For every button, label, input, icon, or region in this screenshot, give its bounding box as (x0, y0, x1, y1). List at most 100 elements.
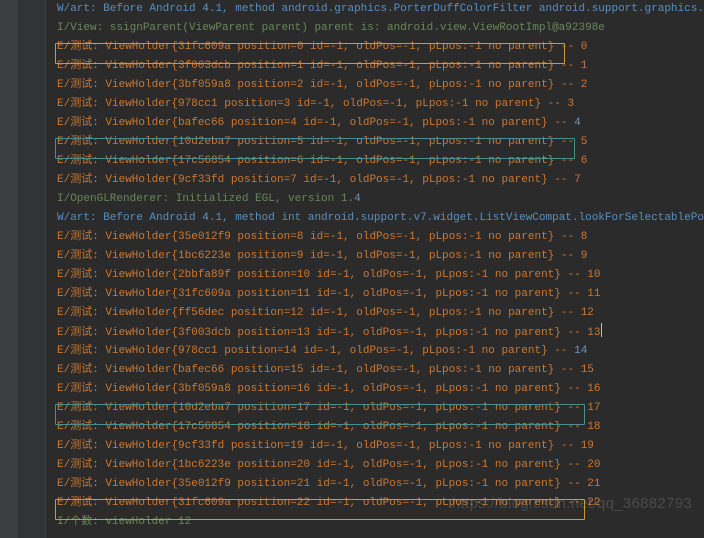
log-line[interactable]: I/个数: viewHolder 12 (55, 513, 704, 532)
log-tail: 17 (587, 402, 600, 414)
log-tail: 7 (574, 174, 581, 186)
log-tail: 2 (581, 79, 588, 91)
log-tail: 18 (587, 421, 600, 433)
log-tag: E/测试 (57, 478, 92, 490)
logcat-output[interactable]: W/art: Before Android 4.1, method androi… (55, 0, 704, 532)
log-tag: E/测试 (57, 41, 92, 53)
log-body: : ViewHolder{3bf059a8 position=16 id=-1,… (92, 383, 587, 395)
log-tag: E/测试 (57, 327, 92, 339)
log-body: : ViewHolder{10d2eba7 position=5 id=-1, … (92, 136, 580, 148)
log-tag: E/测试 (57, 231, 92, 243)
log-line[interactable]: E/测试: ViewHolder{3bf059a8 position=16 id… (55, 380, 704, 399)
log-line[interactable]: E/测试: ViewHolder{9cf33fd position=19 id=… (55, 437, 704, 456)
log-line[interactable]: E/测试: ViewHolder{9cf33fd position=7 id=-… (55, 171, 704, 190)
log-body: : ViewHolder{10d2eba7 position=17 id=-1,… (92, 402, 587, 414)
log-tail-number: 14 (574, 345, 587, 357)
log-body: : Initialized EGL, version 1. (163, 193, 354, 205)
log-tail-number: 4 (574, 117, 581, 129)
log-tag: E/测试 (57, 174, 92, 186)
log-body: : ViewHolder{978cc1 position=3 id=-1, ol… (92, 98, 567, 110)
log-line[interactable]: E/测试: ViewHolder{bafec66 position=15 id=… (55, 361, 704, 380)
log-line[interactable]: E/测试: ViewHolder{3f003dcb position=1 id=… (55, 57, 704, 76)
log-tail: 10 (587, 269, 600, 281)
log-line[interactable]: E/测试: ViewHolder{10d2eba7 position=5 id=… (55, 133, 704, 152)
log-body: : ssignParent(ViewParent parent) parent … (97, 22, 605, 34)
text-cursor (601, 323, 602, 337)
log-line[interactable]: E/测试: ViewHolder{1bc6223e position=20 id… (55, 456, 704, 475)
log-tag: I/View (57, 22, 97, 34)
log-tag: W/art (57, 212, 90, 224)
log-body: : ViewHolder{1bc6223e position=20 id=-1,… (92, 459, 587, 471)
log-line[interactable]: E/测试: ViewHolder{ff56dec position=12 id=… (55, 304, 704, 323)
log-line[interactable]: E/测试: ViewHolder{17c56854 position=18 id… (55, 418, 704, 437)
log-line[interactable]: E/测试: ViewHolder{35e012f9 position=21 id… (55, 475, 704, 494)
log-tail: 5 (581, 136, 588, 148)
log-tail: 21 (587, 478, 600, 490)
log-line[interactable]: E/测试: ViewHolder{31fc609a position=11 id… (55, 285, 704, 304)
log-tag: E/测试 (57, 288, 92, 300)
log-body: .1, method android.graphics.PorterDuffCo… (209, 3, 704, 15)
log-tag: E/测试 (57, 269, 92, 281)
log-tail-number: 4 (354, 193, 361, 205)
log-body: : Before Android (90, 212, 202, 224)
log-body: : ViewHolder{bafec66 position=4 id=-1, o… (92, 117, 574, 129)
gutter-bar (0, 0, 18, 538)
log-tail: 1 (581, 60, 588, 72)
log-line[interactable]: E/测试: ViewHolder{978cc1 position=14 id=-… (55, 342, 704, 361)
log-tail: 19 (581, 440, 594, 452)
log-body: : ViewHolder{35e012f9 position=8 id=-1, … (92, 231, 580, 243)
log-tail: 0 (581, 41, 588, 53)
log-body: : ViewHolder{31fc609a position=0 id=-1, … (92, 41, 580, 53)
log-line[interactable]: E/测试: ViewHolder{3bf059a8 position=2 id=… (55, 76, 704, 95)
log-body: : ViewHolder{1bc6223e position=9 id=-1, … (92, 250, 580, 262)
log-tail: 15 (581, 364, 594, 376)
log-line[interactable]: E/测试: ViewHolder{35e012f9 position=8 id=… (55, 228, 704, 247)
log-tail: 13 (587, 327, 600, 339)
log-line[interactable]: E/测试: ViewHolder{2bbfa89f position=10 id… (55, 266, 704, 285)
editor-gutter (0, 0, 46, 538)
log-body: : ViewHolder{978cc1 position=14 id=-1, o… (92, 345, 574, 357)
log-line[interactable]: E/测试: ViewHolder{978cc1 position=3 id=-1… (55, 95, 704, 114)
log-body: : ViewHolder{2bbfa89f position=10 id=-1,… (92, 269, 587, 281)
log-line[interactable]: E/测试: ViewHolder{10d2eba7 position=17 id… (55, 399, 704, 418)
log-body: : ViewHolder{31fc609a position=11 id=-1,… (92, 288, 587, 300)
log-body: : viewHolder 12 (92, 516, 191, 528)
log-line[interactable]: E/测试: ViewHolder{17c56854 position=6 id=… (55, 152, 704, 171)
log-line[interactable]: I/View: ssignParent(ViewParent parent) p… (55, 19, 704, 38)
log-number: 4 (202, 212, 209, 224)
log-line[interactable]: E/测试: ViewHolder{bafec66 position=4 id=-… (55, 114, 704, 133)
log-line[interactable]: I/OpenGLRenderer: Initialized EGL, versi… (55, 190, 704, 209)
log-line[interactable]: E/测试: ViewHolder{31fc609a position=0 id=… (55, 38, 704, 57)
log-line[interactable]: E/测试: ViewHolder{3f003dcb position=13 id… (55, 323, 704, 342)
log-body: : ViewHolder{17c56854 position=6 id=-1, … (92, 155, 580, 167)
log-body: : Before Android (90, 3, 202, 15)
log-line[interactable]: E/测试: ViewHolder{1bc6223e position=9 id=… (55, 247, 704, 266)
log-number: 4 (202, 3, 209, 15)
log-tag: E/测试 (57, 117, 92, 129)
log-tag: E/测试 (57, 364, 92, 376)
log-body: : ViewHolder{bafec66 position=15 id=-1, … (92, 364, 580, 376)
log-line[interactable]: W/art: Before Android 4.1, method int an… (55, 209, 704, 228)
log-tag: E/测试 (57, 155, 92, 167)
log-tag: E/测试 (57, 307, 92, 319)
log-line[interactable]: W/art: Before Android 4.1, method androi… (55, 0, 704, 19)
log-tag: E/测试 (57, 459, 92, 471)
log-body: .1, method int android.support.v7.widget… (209, 212, 704, 224)
log-tail: 11 (587, 288, 600, 300)
log-tail: 12 (581, 307, 594, 319)
log-tag: E/测试 (57, 60, 92, 72)
log-body: : ViewHolder{9cf33fd position=19 id=-1, … (92, 440, 580, 452)
log-tail: 6 (581, 155, 588, 167)
log-tag: I/个数 (57, 516, 92, 528)
log-tail: 16 (587, 383, 600, 395)
log-body: : ViewHolder{3f003dcb position=1 id=-1, … (92, 60, 580, 72)
log-body: : ViewHolder{9cf33fd position=7 id=-1, o… (92, 174, 574, 186)
log-tag: E/测试 (57, 136, 92, 148)
log-tag: W/art (57, 3, 90, 15)
log-tail: 9 (581, 250, 588, 262)
log-body: : ViewHolder{17c56854 position=18 id=-1,… (92, 421, 587, 433)
log-tail: 8 (581, 231, 588, 243)
log-tag: E/测试 (57, 345, 92, 357)
log-tag: E/测试 (57, 98, 92, 110)
log-tag: E/测试 (57, 440, 92, 452)
